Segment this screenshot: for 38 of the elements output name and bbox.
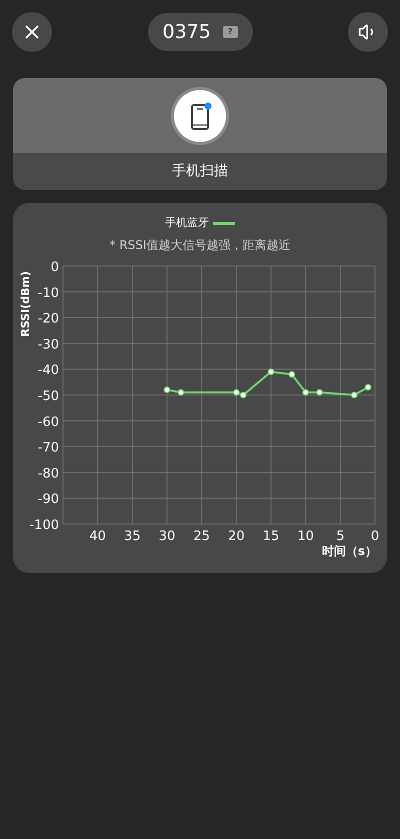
x-tick-label: 20 <box>228 528 245 544</box>
data-point <box>288 370 296 378</box>
x-tick-label: 0 <box>370 528 380 544</box>
legend-label: 手机蓝牙 <box>165 215 209 231</box>
data-point <box>164 386 170 393</box>
y-tick-label: 0 <box>50 260 59 274</box>
x-tick-label: 30 <box>158 528 176 544</box>
x-tick-label: 5 <box>336 528 344 544</box>
scan-label: 手机扫描 <box>172 162 228 181</box>
battery-status: ? <box>222 26 238 38</box>
chart-note: * RSSI值越大信号越强，距离越近 <box>110 236 290 254</box>
y-tick-label: -40 <box>38 362 59 378</box>
y-tick-label: -70 <box>38 440 59 456</box>
x-tick-label: 15 <box>262 528 280 544</box>
y-axis-title: RSSI(dBm) <box>19 270 32 336</box>
scan-card[interactable]: 手机扫描 <box>13 78 387 190</box>
close-button[interactable] <box>12 12 52 52</box>
x-axis-title: 时间（s） <box>322 544 377 558</box>
data-point <box>178 388 184 396</box>
data-point <box>316 388 323 396</box>
device-id: 0375 <box>162 20 211 45</box>
y-tick-label: -20 <box>38 311 59 326</box>
x-tick-label: 10 <box>297 528 314 544</box>
y-tick-label: -30 <box>38 336 59 352</box>
y-tick-label: -60 <box>38 414 59 430</box>
y-tick-label: -10 <box>38 285 59 300</box>
y-tick-label: -90 <box>38 492 59 507</box>
x-tick-label: 40 <box>89 528 106 544</box>
y-tick-label: -50 <box>38 388 59 404</box>
y-tick-label: -80 <box>38 466 59 481</box>
x-tick-label: 25 <box>193 528 210 544</box>
y-tick-label: -100 <box>29 518 59 532</box>
data-point <box>350 391 358 398</box>
data-point <box>364 383 372 390</box>
data-point <box>268 368 274 375</box>
x-tick-label: 35 <box>124 528 141 544</box>
sound-button[interactable] <box>348 12 388 52</box>
data-point <box>302 388 309 396</box>
